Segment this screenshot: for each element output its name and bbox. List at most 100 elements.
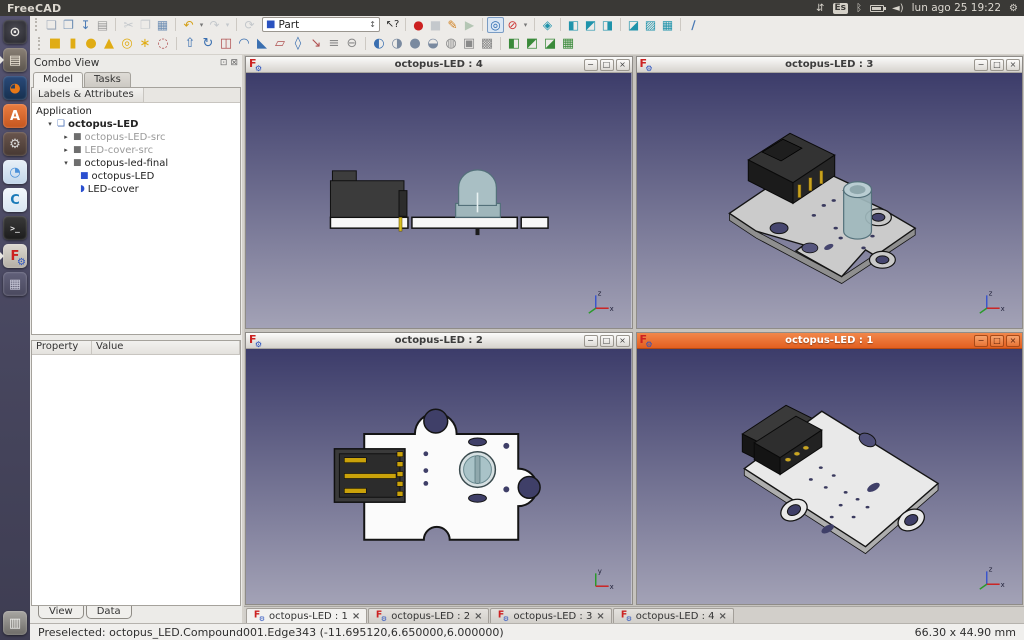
viewport-top-view[interactable]: y x [246,349,632,604]
measure-linear-icon[interactable]: ∕ [685,17,702,33]
freecad-launcher-icon[interactable]: F⚙ [3,244,27,268]
ruled-surface-icon[interactable]: ▱ [271,35,289,53]
close-button[interactable]: × [1006,335,1020,347]
print-icon[interactable]: ▤ [94,17,111,33]
mirror-icon[interactable]: ◫ [217,35,235,53]
paste-icon[interactable]: ▦ [154,17,171,33]
draw-style-icon[interactable]: ⊘ [504,17,521,33]
tree-item-src[interactable]: ▸ ■ octopus-LED-src [36,131,240,144]
boolean-union-icon[interactable]: ● [406,35,424,53]
tree-item-child[interactable]: ■ octopus-LED [36,170,240,183]
minimize-button[interactable]: − [584,59,598,71]
led-isometric[interactable] [843,182,871,239]
led-top[interactable] [460,452,496,488]
macro-run-icon[interactable]: ▶ [461,17,478,33]
window-titlebar[interactable]: octopus-LED : 2 F⚙ − □ × [246,333,632,349]
network-icon[interactable]: ⇵ [816,3,824,14]
tab-data[interactable]: Data [86,606,132,619]
view-right-icon[interactable]: ◨ [599,17,616,33]
window-tab-3[interactable]: F⚙ octopus-LED : 3 × [490,608,611,623]
open-file-icon[interactable]: ❐ [60,17,77,33]
close-tab-icon[interactable]: × [719,611,727,622]
window-titlebar[interactable]: octopus-LED : 4 F⚙ − □ × [246,57,632,73]
chamfer-icon[interactable]: ◣ [253,35,271,53]
firefox-icon[interactable]: ◕ [3,76,27,100]
toolbar-grip[interactable] [35,18,39,31]
cone-icon[interactable]: ▲ [100,35,118,53]
close-tab-icon[interactable]: × [596,611,604,622]
fillet-icon[interactable]: ◠ [235,35,253,53]
maximize-button[interactable]: □ [990,335,1004,347]
dock-close-icon[interactable]: ⊠ [230,58,238,68]
tab-view[interactable]: View [38,606,84,619]
tab-tasks[interactable]: Tasks [84,72,131,87]
cut-icon[interactable]: ✂ [120,17,137,33]
ubuntu-dash-icon[interactable]: ⊙ [3,20,27,44]
view-top-icon[interactable]: ◩ [582,17,599,33]
terminal-icon[interactable]: >_ [3,216,27,240]
window-titlebar[interactable]: octopus-LED : 1 F⚙ − □ × [637,333,1023,349]
new-file-icon[interactable]: ❏ [43,17,60,33]
chromium-icon[interactable]: ◔ [3,160,27,184]
expander-icon[interactable]: ▸ [62,131,70,144]
view-rear-icon[interactable]: ◪ [625,17,642,33]
toolbar-grip[interactable] [38,37,42,50]
redo-icon[interactable]: ↷ [206,17,223,33]
macro-edit-icon[interactable]: ✎ [444,17,461,33]
box-icon[interactable]: ■ [46,35,64,53]
view-bottom-icon[interactable]: ▨ [642,17,659,33]
property-column[interactable]: Property [32,341,92,354]
whats-this-icon[interactable]: ↖? [384,17,401,33]
volume-icon[interactable]: ◄) [892,3,904,14]
close-button[interactable]: × [1006,59,1020,71]
session-menu-icon[interactable]: ⚙ [1009,3,1018,14]
cylinder-icon[interactable]: ▮ [64,35,82,53]
window-titlebar[interactable]: octopus-LED : 3 F⚙ − □ × [637,57,1023,73]
connector-top[interactable] [334,449,405,502]
extrude-icon[interactable]: ⇧ [181,35,199,53]
minimize-button[interactable]: − [974,335,988,347]
view-axonometric-icon[interactable]: ◈ [539,17,556,33]
minimize-button[interactable]: − [974,59,988,71]
copy-icon[interactable]: ❐ [137,17,154,33]
create-primitives-icon[interactable]: ∗ [136,35,154,53]
torus-icon[interactable]: ◎ [118,35,136,53]
draw-style-menu-icon[interactable]: ▾ [521,17,530,33]
workspace-switcher-icon[interactable]: ▦ [3,272,27,296]
shape-builder-icon[interactable]: ◌ [154,35,172,53]
maximize-button[interactable]: □ [990,59,1004,71]
join-embed-icon[interactable]: ◩ [523,35,541,53]
viewport-isometric-assembled[interactable]: z x [637,73,1023,328]
offset-icon[interactable]: ≡ [325,35,343,53]
undo-icon[interactable]: ↶ [180,17,197,33]
view-left-icon[interactable]: ▦ [659,17,676,33]
undo-menu-icon[interactable]: ▾ [197,17,206,33]
boolean-icon[interactable]: ◐ [370,35,388,53]
sphere-icon[interactable]: ● [82,35,100,53]
view-fit-all-icon[interactable]: ◎ [487,17,504,33]
view-front-icon[interactable]: ◧ [565,17,582,33]
bluetooth-icon[interactable]: ᛒ [856,3,862,14]
expander-icon[interactable]: ▾ [46,118,54,131]
check-geometry-icon[interactable]: ▣ [460,35,478,53]
close-tab-icon[interactable]: × [352,611,360,622]
save-icon[interactable]: ↧ [77,17,94,33]
maximize-button[interactable]: □ [600,59,614,71]
tab-model[interactable]: Model [33,72,83,88]
workbench-selector[interactable]: ■ Part ↕ [262,17,380,32]
thickness-icon[interactable]: ⊖ [343,35,361,53]
macro-stop-icon[interactable]: ■ [427,17,444,33]
close-button[interactable]: × [616,335,630,347]
tree-item-src[interactable]: ▸ ■ LED-cover-src [36,144,240,157]
close-button[interactable]: × [616,59,630,71]
expander-icon[interactable]: ▾ [62,157,70,170]
window-tab-1[interactable]: F⚙ octopus-LED : 1 × [246,608,367,623]
browser-c-icon[interactable]: C [3,188,27,212]
boolean-cut-icon[interactable]: ◑ [388,35,406,53]
loft-icon[interactable]: ◊ [289,35,307,53]
expander-icon[interactable]: ▸ [62,144,70,157]
split-boolean-fragments-icon[interactable]: ▦ [559,35,577,53]
software-center-icon[interactable]: A [3,104,27,128]
files-icon[interactable]: ▤ [3,48,27,72]
boolean-intersection-icon[interactable]: ◒ [424,35,442,53]
